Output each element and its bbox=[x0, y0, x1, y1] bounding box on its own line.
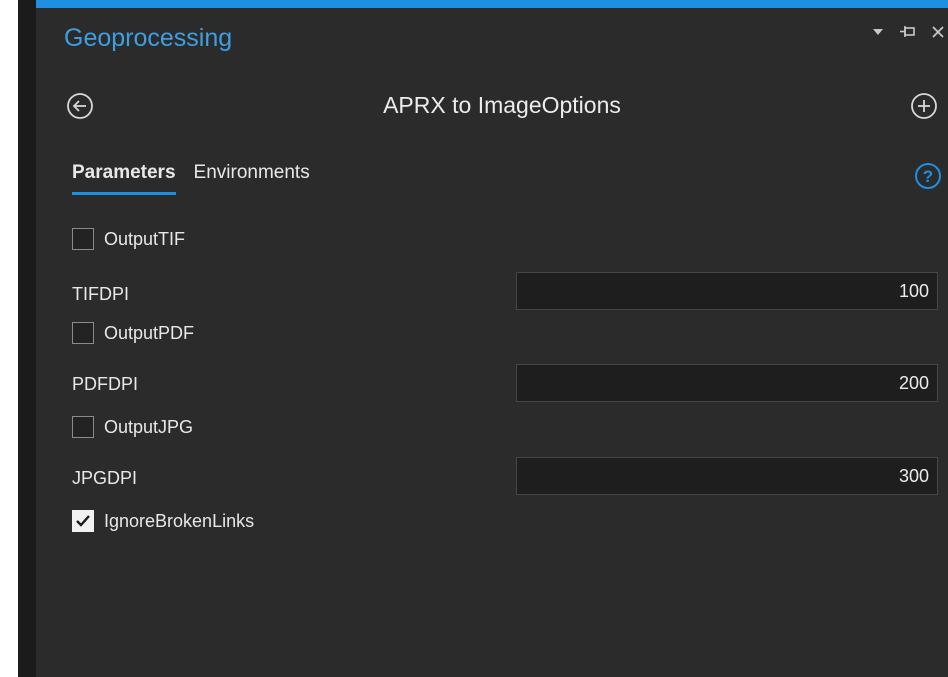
svg-text:?: ? bbox=[923, 167, 933, 186]
pane-title: Geoprocessing bbox=[64, 24, 233, 52]
tab-strip: Parameters Environments bbox=[72, 162, 310, 195]
output-pdf-checkbox[interactable] bbox=[72, 322, 94, 344]
tool-title: APRX to ImageOptions bbox=[383, 92, 621, 118]
jpg-dpi-row: JPGDPI bbox=[72, 468, 137, 489]
tif-dpi-input[interactable]: 100 bbox=[516, 272, 938, 310]
output-tif-row: OutputTIF bbox=[72, 228, 185, 250]
tab-environments[interactable]: Environments bbox=[194, 162, 310, 195]
pin-icon[interactable] bbox=[898, 22, 918, 42]
output-tif-label: OutputTIF bbox=[104, 228, 186, 249]
tab-parameters[interactable]: Parameters bbox=[72, 162, 176, 195]
window-controls bbox=[868, 22, 948, 42]
output-jpg-checkbox[interactable] bbox=[72, 416, 94, 438]
add-icon[interactable] bbox=[910, 92, 938, 120]
output-tif-checkbox[interactable] bbox=[72, 228, 94, 250]
ignore-broken-links-label: IgnoreBrokenLinks bbox=[104, 510, 255, 531]
accent-bar bbox=[36, 0, 948, 8]
geoprocessing-pane: Geoprocessing APRX to ImageOptions Param… bbox=[18, 0, 948, 677]
tif-dpi-row: TIFDPI bbox=[72, 284, 129, 305]
pdf-dpi-input[interactable]: 200 bbox=[516, 364, 938, 402]
output-pdf-row: OutputPDF bbox=[72, 322, 194, 344]
ignore-broken-links-checkbox[interactable] bbox=[72, 510, 94, 532]
checkmark-icon bbox=[76, 515, 90, 527]
close-icon[interactable] bbox=[928, 22, 948, 42]
help-icon[interactable]: ? bbox=[914, 162, 942, 190]
ignore-broken-links-row: IgnoreBrokenLinks bbox=[72, 510, 254, 532]
pane-content: Geoprocessing APRX to ImageOptions Param… bbox=[36, 0, 948, 677]
pdf-dpi-row: PDFDPI bbox=[72, 374, 138, 395]
pdf-dpi-label: PDFDPI bbox=[72, 374, 139, 394]
output-jpg-label: OutputJPG bbox=[104, 416, 194, 437]
jpg-dpi-label: JPGDPI bbox=[72, 468, 138, 488]
dropdown-arrow-icon[interactable] bbox=[868, 22, 888, 42]
output-pdf-label: OutputPDF bbox=[104, 322, 195, 343]
jpg-dpi-input[interactable]: 300 bbox=[516, 457, 938, 495]
tool-header: APRX to ImageOptions bbox=[66, 88, 938, 124]
output-jpg-row: OutputJPG bbox=[72, 416, 193, 438]
tif-dpi-label: TIFDPI bbox=[72, 284, 129, 304]
